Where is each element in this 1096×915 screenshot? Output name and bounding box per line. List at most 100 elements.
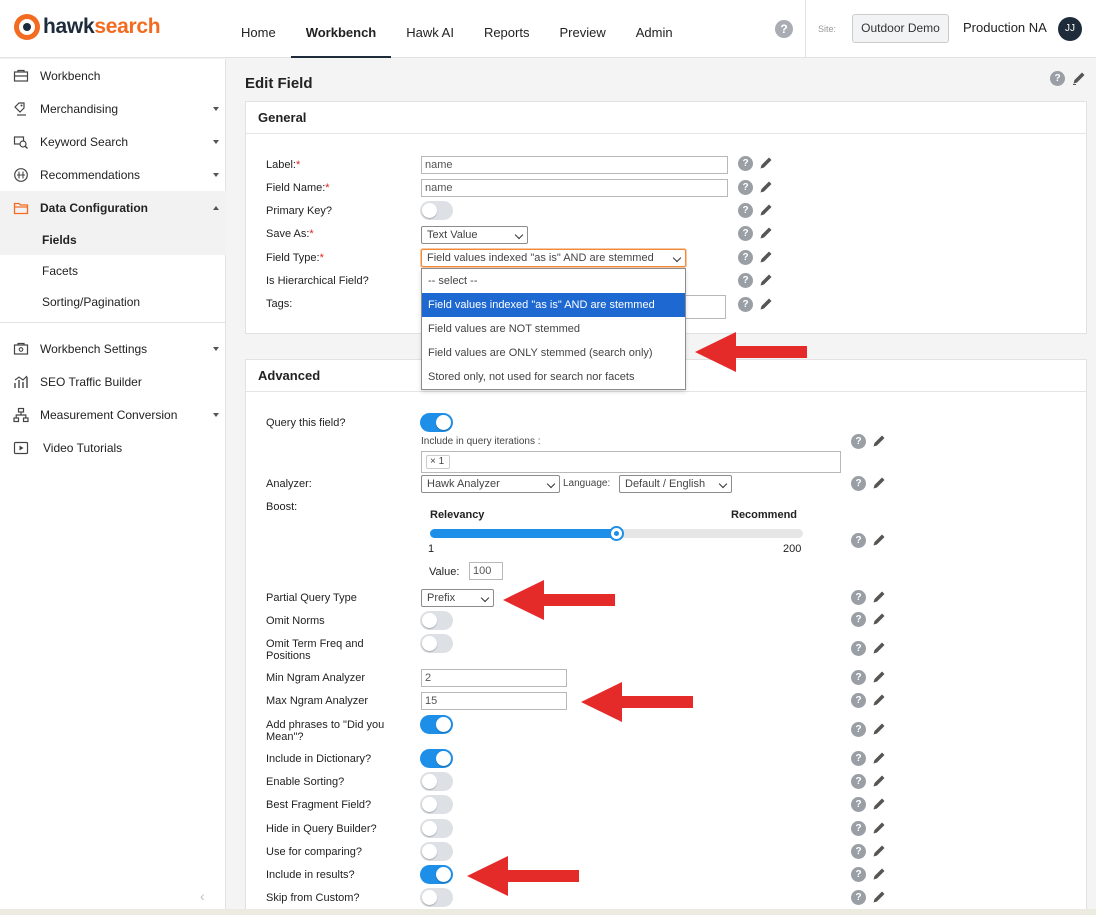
help-icon[interactable]: ?: [738, 203, 753, 218]
help-icon[interactable]: ?: [851, 751, 866, 766]
min-ngram-input[interactable]: [421, 669, 567, 687]
hawksearch-logo[interactable]: hawksearch: [14, 14, 161, 40]
edit-pencil-icon[interactable]: [871, 796, 887, 812]
sidebar-item-seo-traffic-builder[interactable]: SEO Traffic Builder: [0, 365, 226, 398]
edit-pencil-icon[interactable]: [758, 202, 774, 218]
help-icon[interactable]: ?: [851, 867, 866, 882]
help-icon[interactable]: ?: [851, 774, 866, 789]
nav-workbench[interactable]: Workbench: [290, 0, 392, 58]
help-icon[interactable]: ?: [851, 693, 866, 708]
fragment-toggle[interactable]: [420, 795, 453, 814]
help-icon[interactable]: ?: [851, 612, 866, 627]
results-toggle[interactable]: [420, 865, 453, 884]
collapse-sidebar-icon[interactable]: ‹: [200, 888, 205, 904]
language-select[interactable]: Default / English: [619, 475, 732, 493]
help-icon[interactable]: ?: [775, 20, 793, 38]
nav-home[interactable]: Home: [226, 0, 291, 58]
site-selector-button[interactable]: Outdoor Demo: [852, 14, 949, 43]
help-icon[interactable]: ?: [851, 590, 866, 605]
edit-pencil-icon[interactable]: [758, 179, 774, 195]
partial-query-select[interactable]: Prefix: [421, 589, 494, 607]
label-input[interactable]: [421, 156, 728, 174]
help-icon[interactable]: ?: [738, 273, 753, 288]
dictionary-toggle[interactable]: [420, 749, 453, 768]
sidebar-subitem-facets[interactable]: Facets: [0, 255, 226, 286]
edit-pencil-icon[interactable]: [758, 272, 774, 288]
sidebar-subitem-sorting-pagination[interactable]: Sorting/Pagination: [0, 286, 226, 317]
max-ngram-input[interactable]: [421, 692, 567, 710]
nav-reports[interactable]: Reports: [469, 0, 545, 58]
field-name-input[interactable]: [421, 179, 728, 197]
sorting-toggle[interactable]: [420, 772, 453, 791]
help-icon[interactable]: ?: [738, 180, 753, 195]
nav-preview[interactable]: Preview: [544, 0, 620, 58]
hide-builder-toggle[interactable]: [420, 819, 453, 838]
edit-pencil-icon[interactable]: [871, 820, 887, 836]
edit-pencil-icon[interactable]: [871, 721, 887, 737]
edit-pencil-icon[interactable]: [871, 866, 887, 882]
sidebar-item-workbench-settings[interactable]: Workbench Settings: [0, 332, 226, 365]
query-field-toggle[interactable]: [420, 413, 453, 432]
edit-pencil-icon[interactable]: [871, 773, 887, 789]
boost-value-input[interactable]: [469, 562, 503, 580]
help-icon[interactable]: ?: [738, 226, 753, 241]
help-icon[interactable]: ?: [851, 722, 866, 737]
edit-pencil-icon[interactable]: [871, 640, 887, 656]
help-icon[interactable]: ?: [851, 476, 866, 491]
help-icon[interactable]: ?: [851, 821, 866, 836]
sidebar-item-keyword-search[interactable]: Keyword Search: [0, 125, 226, 158]
help-icon[interactable]: ?: [851, 434, 866, 449]
edit-pencil-icon[interactable]: [871, 532, 887, 548]
edit-pencil-icon[interactable]: [758, 296, 774, 312]
edit-pencil-icon[interactable]: [871, 692, 887, 708]
edit-pencil-icon[interactable]: [871, 669, 887, 685]
primary-key-toggle[interactable]: [420, 201, 453, 220]
boost-slider-handle[interactable]: [609, 526, 624, 541]
help-icon[interactable]: ?: [851, 641, 866, 656]
help-icon[interactable]: ?: [851, 844, 866, 859]
dropdown-option[interactable]: Field values are ONLY stemmed (search on…: [422, 341, 685, 365]
skip-custom-toggle[interactable]: [420, 888, 453, 907]
save-as-select[interactable]: Text Value: [421, 226, 528, 244]
edit-pencil-icon[interactable]: [871, 475, 887, 491]
edit-pencil-icon[interactable]: [871, 843, 887, 859]
sidebar-item-recommendations[interactable]: Recommendations: [0, 158, 226, 191]
nav-admin[interactable]: Admin: [621, 0, 688, 58]
help-icon[interactable]: ?: [1050, 71, 1065, 86]
help-icon[interactable]: ?: [851, 890, 866, 905]
help-icon[interactable]: ?: [738, 250, 753, 265]
edit-pencil-icon[interactable]: [871, 750, 887, 766]
comparing-toggle[interactable]: [420, 842, 453, 861]
sidebar-item-data-configuration[interactable]: Data Configuration: [0, 191, 226, 224]
sidebar-item-measurement-conversion[interactable]: Measurement Conversion: [0, 398, 226, 431]
sidebar-item-workbench[interactable]: Workbench: [0, 59, 226, 92]
environment-selector[interactable]: Production NA: [963, 20, 1047, 35]
nav-hawk-ai[interactable]: Hawk AI: [391, 0, 469, 58]
help-icon[interactable]: ?: [738, 297, 753, 312]
iteration-chip[interactable]: × 1: [426, 455, 450, 469]
dropdown-option[interactable]: Stored only, not used for search nor fac…: [422, 365, 685, 389]
dropdown-option[interactable]: Field values are NOT stemmed: [422, 317, 685, 341]
help-icon[interactable]: ?: [851, 670, 866, 685]
user-avatar[interactable]: JJ: [1058, 17, 1082, 41]
dropdown-option[interactable]: -- select --: [422, 269, 685, 293]
sidebar-subitem-fields[interactable]: Fields: [0, 224, 226, 255]
omit-term-toggle[interactable]: [420, 634, 453, 653]
edit-pencil-icon[interactable]: [1071, 70, 1087, 86]
help-icon[interactable]: ?: [851, 797, 866, 812]
edit-pencil-icon[interactable]: [758, 249, 774, 265]
did-you-mean-toggle[interactable]: [420, 715, 453, 734]
edit-pencil-icon[interactable]: [871, 433, 887, 449]
edit-pencil-icon[interactable]: [871, 611, 887, 627]
edit-pencil-icon[interactable]: [871, 889, 887, 905]
omit-norms-toggle[interactable]: [420, 611, 453, 630]
sidebar-item-video-tutorials[interactable]: Video Tutorials: [0, 431, 226, 464]
edit-pencil-icon[interactable]: [871, 589, 887, 605]
field-type-select[interactable]: Field values indexed "as is" AND are ste…: [421, 249, 686, 267]
dropdown-option-selected[interactable]: Field values indexed "as is" AND are ste…: [422, 293, 685, 317]
iterations-input[interactable]: × 1: [421, 451, 841, 473]
analyzer-select[interactable]: Hawk Analyzer: [421, 475, 560, 493]
edit-pencil-icon[interactable]: [758, 155, 774, 171]
help-icon[interactable]: ?: [738, 156, 753, 171]
help-icon[interactable]: ?: [851, 533, 866, 548]
